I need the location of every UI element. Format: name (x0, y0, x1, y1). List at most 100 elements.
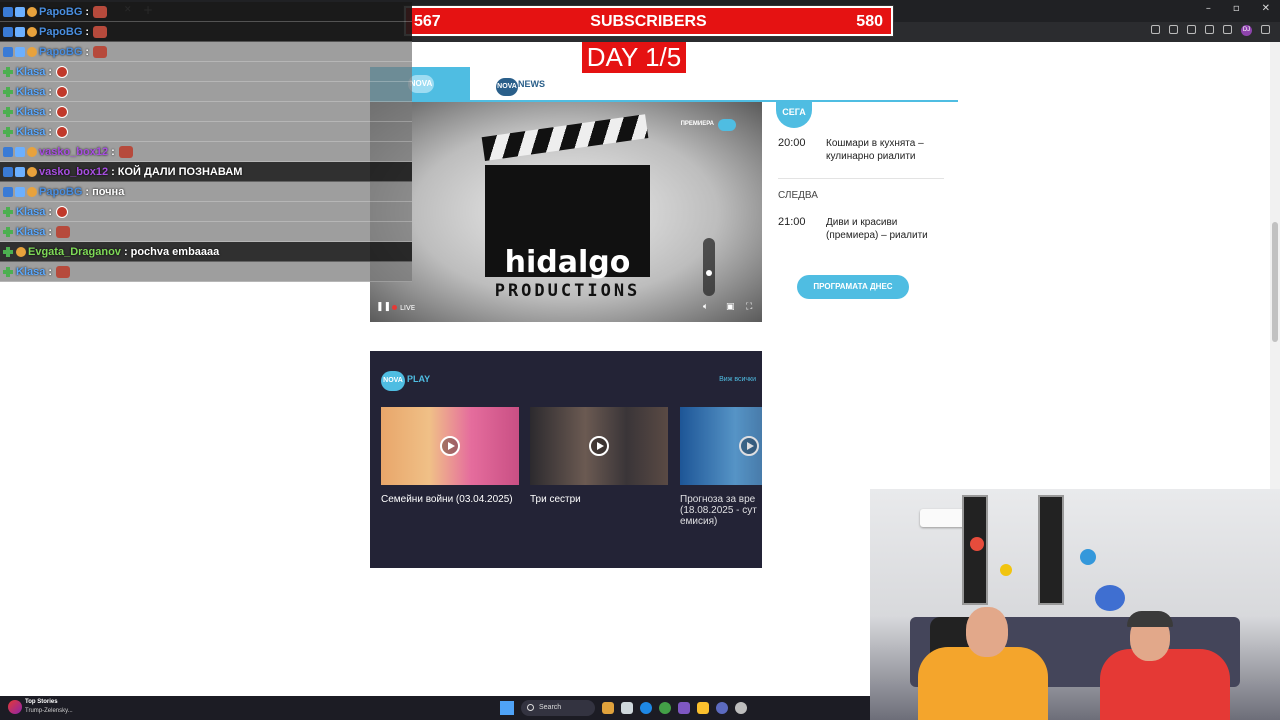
app-icon[interactable] (678, 702, 690, 714)
start-windows-icon[interactable] (500, 701, 514, 715)
wall-sticker (1000, 564, 1012, 576)
nova-play-panel: NOVA PLAY Виж всички Семейни войни (03.04… (370, 351, 762, 568)
close-window-icon[interactable]: ✕ (1262, 3, 1270, 14)
subscriber-goal: 580 (856, 13, 883, 30)
next-title[interactable]: Диви и красиви (премиера) – риалити (826, 216, 951, 242)
plus-badge-icon (3, 106, 13, 117)
plus-badge-icon (3, 206, 13, 217)
plus-badge-icon (3, 246, 13, 257)
pause-icon[interactable]: ❚❚ (376, 302, 391, 312)
plus-badge-icon (3, 86, 13, 97)
cast-icon[interactable] (1151, 25, 1160, 34)
translate-icon[interactable] (1169, 25, 1178, 34)
nova-play-logo-text: PLAY (407, 374, 431, 384)
plush-toy (1095, 585, 1125, 611)
widgets-icon[interactable] (602, 702, 614, 714)
see-all-link[interactable]: Виж всички (719, 376, 756, 383)
minimize-icon[interactable]: – (1206, 3, 1211, 14)
chat-emote-icon (118, 145, 133, 158)
maximize-icon[interactable]: ▫ (1233, 3, 1240, 14)
chat-emote-icon (56, 125, 69, 138)
clapperboard-graphic: hidalgo (481, 114, 650, 280)
sub-badge-icon (15, 186, 25, 197)
chat-username: Klasa (16, 125, 46, 138)
chat-text: pochva embaaaa (130, 245, 220, 258)
chat-separator: : (111, 165, 115, 178)
chat-message: PapoBG: (0, 2, 412, 22)
mod-badge-icon (3, 186, 13, 197)
play-card[interactable]: Три сестри (530, 407, 668, 505)
volume-slider[interactable] (703, 238, 715, 296)
extensions-icon[interactable] (1205, 25, 1214, 34)
face-badge-icon (27, 166, 37, 177)
chat-message: Klasa: (0, 262, 412, 282)
profile-avatar[interactable]: DJ (1241, 25, 1252, 36)
orange-shirt (918, 647, 1048, 720)
window-controls: – ▫ ✕ (1206, 3, 1270, 14)
chat-username: Klasa (16, 225, 46, 238)
news-widget-subtitle[interactable]: Trump-Zelensky... (25, 708, 73, 714)
card-title[interactable]: Прогноза за вре (18.08.2025 - сут емисия… (680, 494, 762, 527)
video-player[interactable]: ПРЕМИЕРА hidalgo PRODUCTIONS ❚❚ LIVE 🔈︎ … (370, 102, 762, 322)
plus-badge-icon (3, 126, 13, 137)
live-indicator: LIVE (392, 304, 415, 312)
mod-badge-icon (3, 146, 13, 157)
edge-icon[interactable] (640, 702, 652, 714)
chat-overlay: PapoBG: PapoBG: PapoBG: Klasa: Klasa: Klasa: K… (0, 2, 412, 282)
chat-username: PapoBG (39, 185, 83, 198)
play-icon[interactable] (440, 436, 460, 456)
card-title[interactable]: Три сестри (530, 494, 668, 505)
chat-message: Klasa: (0, 122, 412, 142)
task-view-icon[interactable] (621, 702, 633, 714)
scrollbar-thumb[interactable] (1272, 222, 1278, 342)
card-thumbnail[interactable] (680, 407, 762, 485)
obs-icon[interactable] (735, 702, 747, 714)
chat-message: Klasa: (0, 222, 412, 242)
play-icon[interactable] (589, 436, 609, 456)
sub-badge-icon (15, 6, 25, 17)
chat-emote-icon (56, 105, 69, 118)
chat-separator: : (85, 5, 90, 18)
chat-emote-icon (56, 85, 69, 98)
play-icon[interactable] (739, 436, 759, 456)
next-label: СЛЕДВА (778, 190, 818, 201)
card-thumbnail[interactable] (530, 407, 668, 485)
news-widget-icon[interactable] (8, 700, 22, 714)
tab-nova-news[interactable]: NOVANEWS (496, 75, 546, 96)
play-card[interactable]: Прогноза за вре (18.08.2025 - сут емисия… (680, 407, 762, 527)
live-label: LIVE (400, 304, 416, 312)
chat-separator: : (48, 125, 53, 138)
todays-program-button[interactable]: ПРОГРАМАТА ДНЕС (797, 275, 909, 299)
chat-username: PapoBG (39, 45, 83, 58)
volume-icon[interactable]: 🔈︎ (703, 302, 708, 312)
card-thumbnail[interactable] (381, 407, 519, 485)
chat-text: почна (92, 185, 125, 198)
bookmark-star-icon[interactable] (1187, 25, 1196, 34)
card-title[interactable]: Семейни войни (03.04.2025) (381, 494, 519, 505)
chrome-icon[interactable] (659, 702, 671, 714)
volume-knob[interactable] (706, 270, 712, 277)
subscriber-goal-bar: 567 SUBSCRIBERS 580 (404, 6, 893, 36)
chat-text: КОЙ ДАЛИ ПОЗНАВАМ (117, 165, 243, 178)
now-time: 20:00 (778, 137, 806, 149)
chat-separator: : (48, 65, 53, 78)
file-explorer-icon[interactable] (697, 702, 709, 714)
mod-badge-icon (3, 26, 13, 37)
menu-icon[interactable] (1261, 25, 1270, 34)
hidalgo-logo-text: hidalgo (504, 245, 631, 280)
discord-icon[interactable] (716, 702, 728, 714)
taskbar-search[interactable]: Search (521, 700, 595, 716)
news-widget-title[interactable]: Top Stories (25, 699, 58, 705)
nova-play-logo[interactable]: NOVA PLAY (381, 369, 430, 391)
now-badge: СЕГА (776, 102, 812, 128)
chat-username: Evgata_Draganov (28, 245, 121, 258)
sidepanel-icon[interactable] (1223, 25, 1232, 34)
play-card[interactable]: Семейни войни (03.04.2025) (381, 407, 519, 505)
now-title[interactable]: Кошмари в кухнята – кулинарно риалити (826, 137, 951, 163)
mod-badge-icon (3, 6, 13, 17)
nova-news-logo-text: NEWS (518, 79, 545, 89)
plus-badge-icon (3, 226, 13, 237)
fullscreen-icon[interactable]: ⛶ (746, 302, 752, 312)
pip-icon[interactable]: ▣ (726, 302, 735, 312)
wall-sticker (1080, 549, 1096, 565)
